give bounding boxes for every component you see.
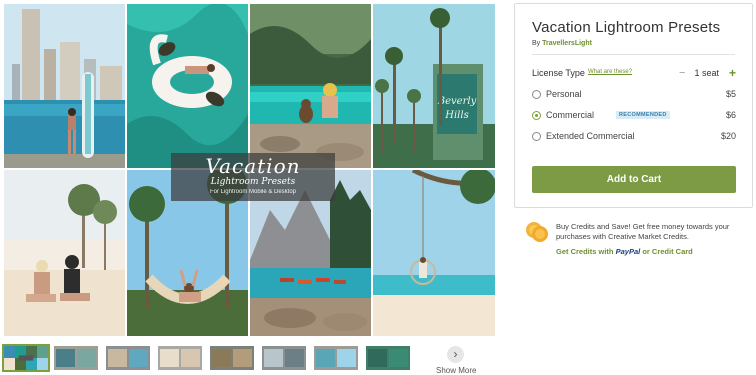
minus-icon[interactable]: − (679, 67, 685, 79)
byline-prefix: By (532, 40, 541, 47)
license-name: Extended Commercial (546, 131, 635, 141)
seat-quantity: 1 seat (694, 68, 719, 78)
thumbnail-5[interactable] (210, 346, 254, 370)
license-price: $6 (725, 110, 736, 120)
gallery-title-overlay: Vacation Lightroom Presets For Lightroom… (171, 153, 335, 201)
svg-text:Beverly: Beverly (437, 96, 477, 107)
overlay-subtitle: Lightroom Presets (210, 177, 296, 187)
thumbnail-3[interactable] (106, 346, 150, 370)
license-type-label: License Type (532, 68, 585, 78)
purchase-card: Vacation Lightroom Presets By Travellers… (514, 3, 753, 208)
beach-friends-palms-photo[interactable] (4, 170, 125, 336)
seat-stepper: − 1 seat + (679, 66, 736, 80)
chevron-right-icon[interactable]: › (447, 346, 464, 363)
lagoon-dog-woman-photo[interactable] (250, 4, 371, 168)
author-link[interactable]: TravellersLight (542, 40, 592, 47)
radio-personal[interactable] (532, 90, 541, 99)
thumbnail-4[interactable] (158, 346, 202, 370)
radio-commercial[interactable] (532, 111, 541, 120)
thumbnail-strip (2, 344, 482, 374)
product-gallery[interactable]: Beverly Hills Vacation Lightroom Presets… (4, 4, 495, 336)
thumbnail-1[interactable] (2, 344, 50, 372)
plus-icon[interactable]: + (729, 66, 736, 80)
overlay-caption: For Lightroom Mobile & Desktop (209, 189, 297, 195)
thumbnail-2[interactable] (54, 346, 98, 370)
paypal-logo: PayPal (615, 247, 641, 256)
radio-extended-commercial[interactable] (532, 132, 541, 141)
recommended-badge: RECOMMENDED (616, 111, 670, 119)
get-credits-prefix: Get Credits with (556, 247, 614, 256)
product-title: Vacation Lightroom Presets (532, 19, 721, 36)
product-byline: By TravellersLight (532, 40, 592, 47)
license-option-commercial[interactable]: Commercial RECOMMENDED $6 (532, 110, 736, 124)
license-option-personal[interactable]: Personal $5 (532, 89, 736, 103)
thumbnail-7[interactable] (314, 346, 358, 370)
license-price: $5 (725, 89, 736, 99)
license-price: $20 (720, 131, 736, 141)
show-more-link[interactable]: Show More (436, 366, 476, 375)
flamingo-float-pool-photo[interactable] (127, 4, 248, 168)
palm-hotel-sign-photo[interactable]: Beverly Hills (373, 4, 495, 168)
city-beach-paddleboard-photo[interactable] (4, 4, 125, 168)
coins-icon (525, 221, 549, 243)
get-credits-link[interactable]: Get Credits with PayPal or Credit Card (556, 247, 693, 256)
beach-swing-palm-photo[interactable] (373, 170, 495, 336)
divider (532, 54, 735, 55)
credits-promo-text: Buy Credits and Save! Get free money tow… (556, 222, 730, 241)
thumbnail-6[interactable] (262, 346, 306, 370)
license-option-extended-commercial[interactable]: Extended Commercial $20 (532, 131, 736, 145)
thumbnail-8[interactable] (366, 346, 410, 370)
overlay-title: Vacation (205, 154, 301, 178)
license-name: Personal (546, 89, 582, 99)
license-info-link[interactable]: What are these? (588, 69, 632, 75)
get-credits-suffix: or Credit Card (642, 247, 693, 256)
add-to-cart-button[interactable]: Add to Cart (532, 166, 736, 193)
svg-text:Hills: Hills (444, 110, 468, 121)
license-name: Commercial (546, 110, 595, 120)
